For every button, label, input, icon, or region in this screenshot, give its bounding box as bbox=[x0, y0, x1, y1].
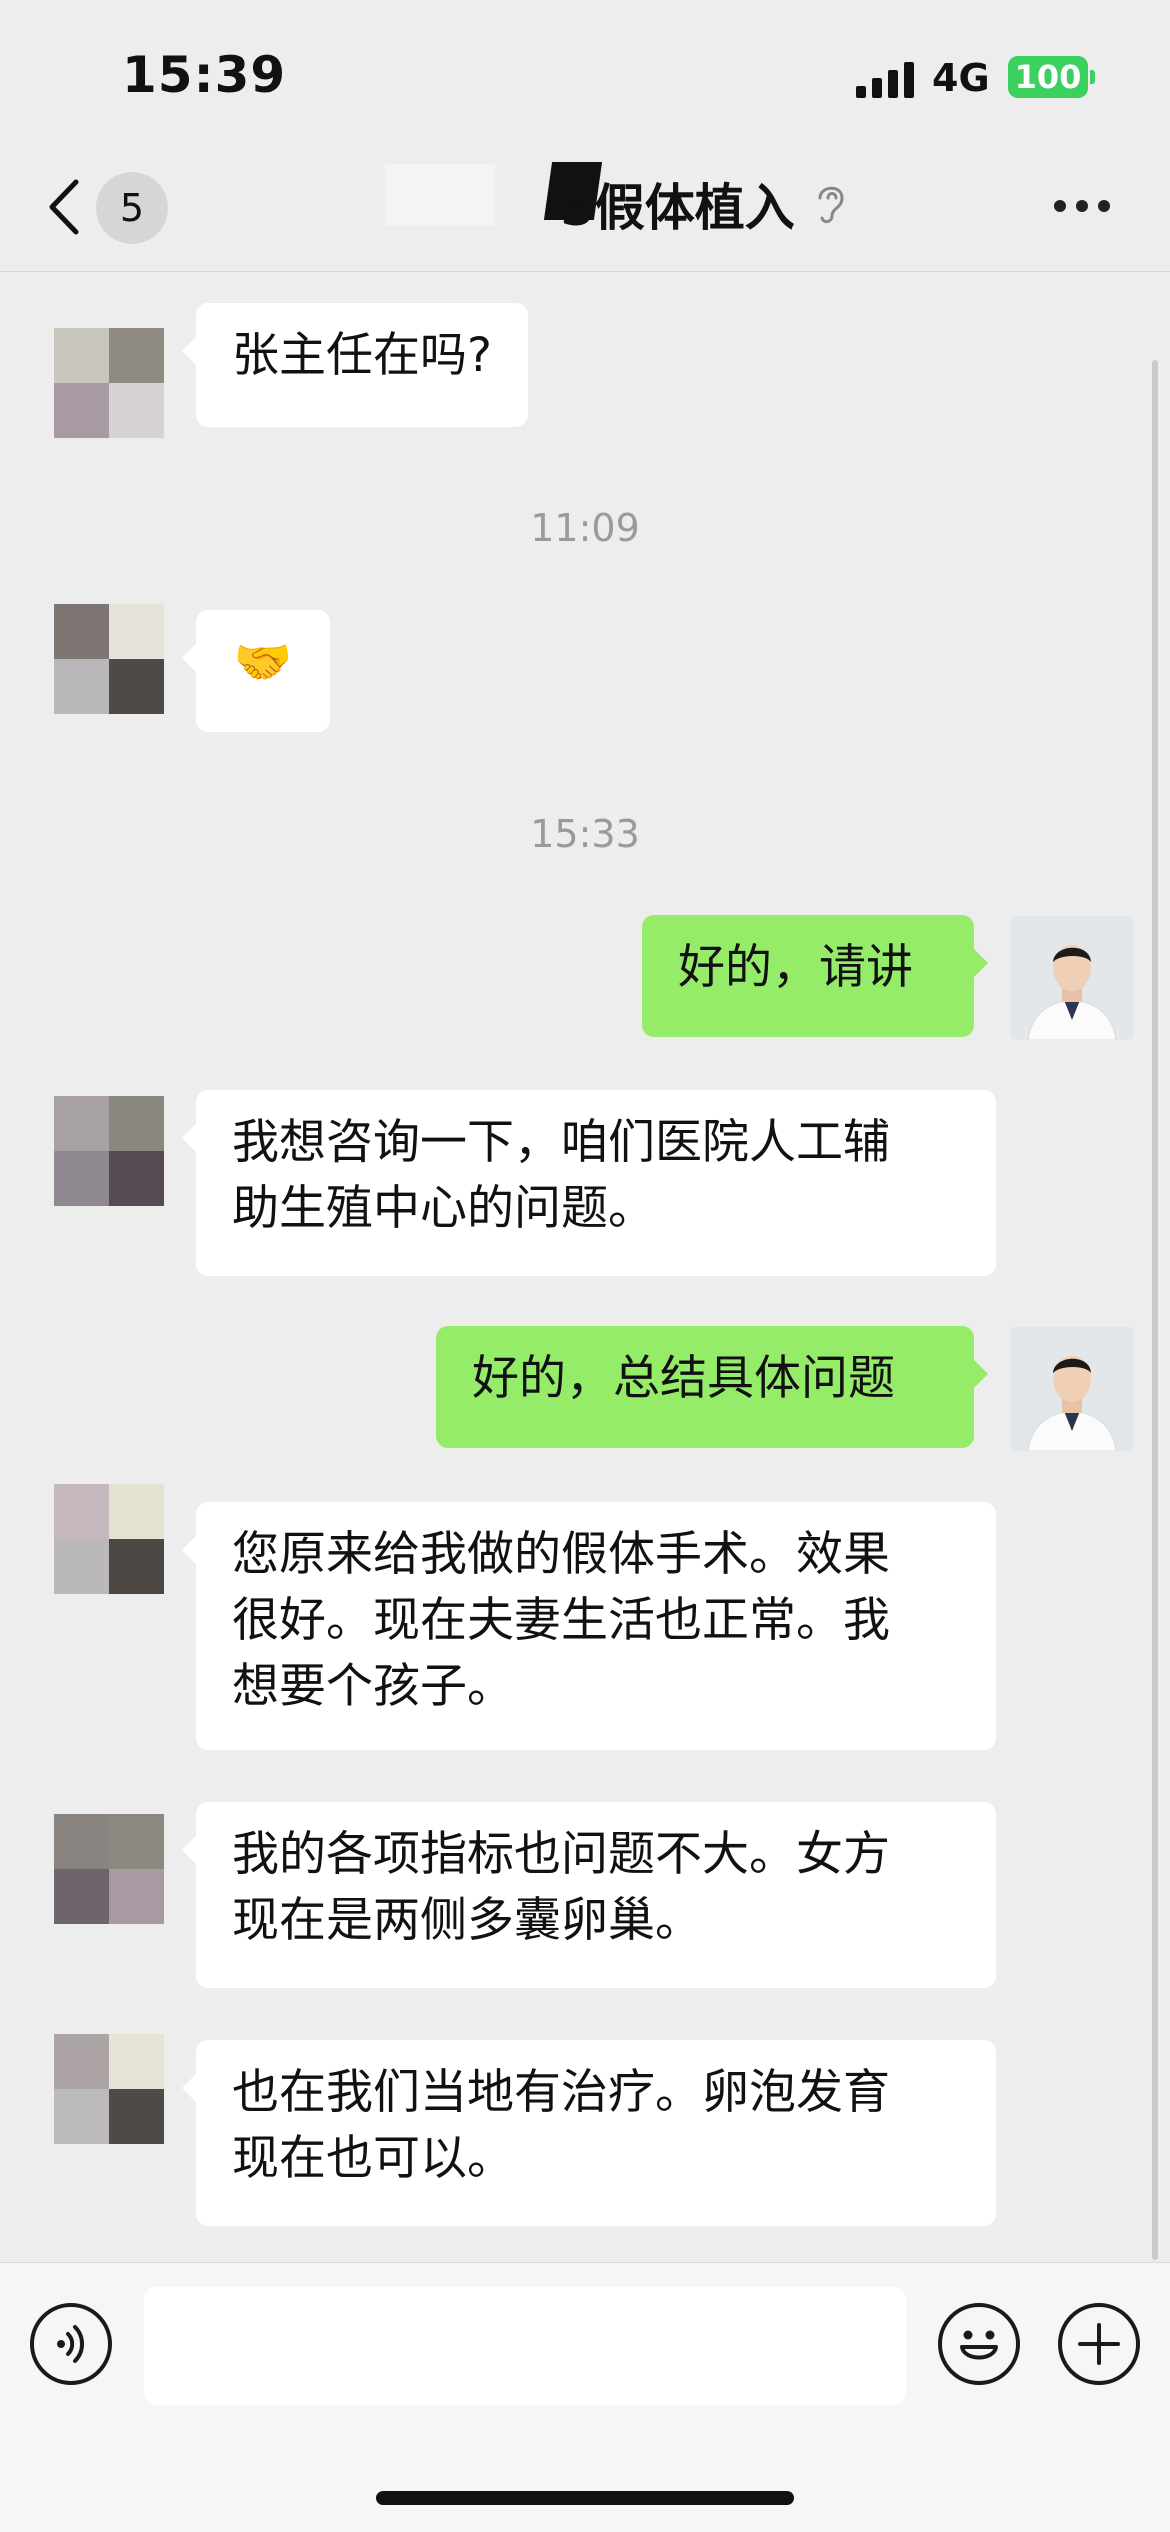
emoji-icon bbox=[960, 2330, 998, 2360]
message-text-line: 也在我们当地有治疗。卵泡发育 bbox=[232, 2065, 890, 2120]
ear-icon bbox=[818, 186, 844, 224]
scrollbar[interactable] bbox=[1152, 360, 1158, 2260]
voice-icon bbox=[57, 2325, 85, 2363]
more-actions-button[interactable] bbox=[1058, 2303, 1140, 2385]
message-text-line: 现在也可以。 bbox=[232, 2131, 514, 2186]
contact-avatar[interactable] bbox=[54, 1814, 164, 1924]
message-text-line: 您原来给我做的假体手术。效果 bbox=[232, 1527, 890, 1582]
chat-header: 5 5假体植入 bbox=[0, 150, 1170, 272]
home-indicator[interactable] bbox=[376, 2491, 794, 2505]
chevron-left-icon bbox=[49, 179, 79, 235]
message-text-line: 很好。现在夫妻生活也正常。我 bbox=[232, 1593, 890, 1648]
contact-avatar[interactable] bbox=[54, 2034, 164, 2144]
message-text: 好的，总结具体问题 bbox=[472, 1351, 895, 1406]
input-bar bbox=[0, 2262, 1170, 2532]
voice-button[interactable] bbox=[30, 2303, 112, 2385]
back-button[interactable] bbox=[42, 172, 88, 242]
timestamp: 11:09 bbox=[530, 506, 640, 550]
contact-avatar[interactable] bbox=[54, 1484, 164, 1594]
doctor-portrait-icon bbox=[1010, 916, 1134, 1040]
message-text-line: 助生殖中心的问题。 bbox=[232, 1181, 655, 1236]
message-bubble-incoming[interactable]: 也在我们当地有治疗。卵泡发育 现在也可以。 bbox=[182, 2040, 996, 2226]
more-options-button[interactable] bbox=[1054, 200, 1114, 216]
message-text: 张主任在吗? bbox=[232, 328, 492, 383]
doctor-portrait-icon bbox=[1010, 1327, 1134, 1451]
message-bubble-incoming[interactable]: 我想咨询一下，咱们医院人工辅 助生殖中心的问题。 bbox=[182, 1090, 996, 1276]
message-bubble-outgoing[interactable]: 好的，总结具体问题 bbox=[436, 1326, 988, 1448]
network-label: 4G bbox=[932, 56, 990, 100]
message-input[interactable] bbox=[144, 2287, 906, 2405]
message-text-line: 我的各项指标也问题不大。女方 bbox=[232, 1827, 890, 1882]
timestamp: 15:33 bbox=[530, 812, 640, 856]
handshake-emoji: 🤝 bbox=[233, 635, 293, 690]
user-avatar[interactable] bbox=[1010, 916, 1134, 1040]
contact-avatar[interactable] bbox=[54, 1096, 164, 1206]
message-bubble-incoming[interactable]: 张主任在吗? bbox=[182, 303, 528, 427]
signal-icon bbox=[856, 62, 914, 98]
contact-avatar[interactable] bbox=[54, 328, 164, 438]
message-bubble-incoming[interactable]: 您原来给我做的假体手术。效果 很好。现在夫妻生活也正常。我 想要个孩子。 bbox=[182, 1502, 996, 1750]
plus-icon bbox=[1078, 2323, 1120, 2365]
message-bubble-incoming[interactable]: 我的各项指标也问题不大。女方 现在是两侧多囊卵巢。 bbox=[182, 1802, 996, 1988]
message-text-line: 想要个孩子。 bbox=[232, 1659, 514, 1714]
chat-title[interactable]: 5假体植入 bbox=[560, 168, 795, 240]
more-dots-icon bbox=[1054, 200, 1066, 212]
battery-tip bbox=[1090, 70, 1095, 84]
message-text-line: 我想咨询一下，咱们医院人工辅 bbox=[232, 1115, 890, 1170]
unread-count-badge[interactable]: 5 bbox=[96, 172, 168, 244]
user-avatar[interactable] bbox=[1010, 1327, 1134, 1451]
message-bubble-incoming[interactable]: 🤝 bbox=[182, 610, 330, 732]
message-bubble-outgoing[interactable]: 好的，请讲 bbox=[642, 915, 988, 1037]
status-bar: 15:39 4G 100 bbox=[0, 0, 1170, 150]
message-text-line: 现在是两侧多囊卵巢。 bbox=[232, 1893, 702, 1948]
title-redaction bbox=[385, 164, 495, 226]
battery-icon: 100 bbox=[1008, 56, 1088, 98]
status-time: 15:39 bbox=[122, 46, 287, 104]
message-text: 好的，请讲 bbox=[678, 940, 913, 995]
emoji-button[interactable] bbox=[938, 2303, 1020, 2385]
contact-avatar[interactable] bbox=[54, 604, 164, 714]
